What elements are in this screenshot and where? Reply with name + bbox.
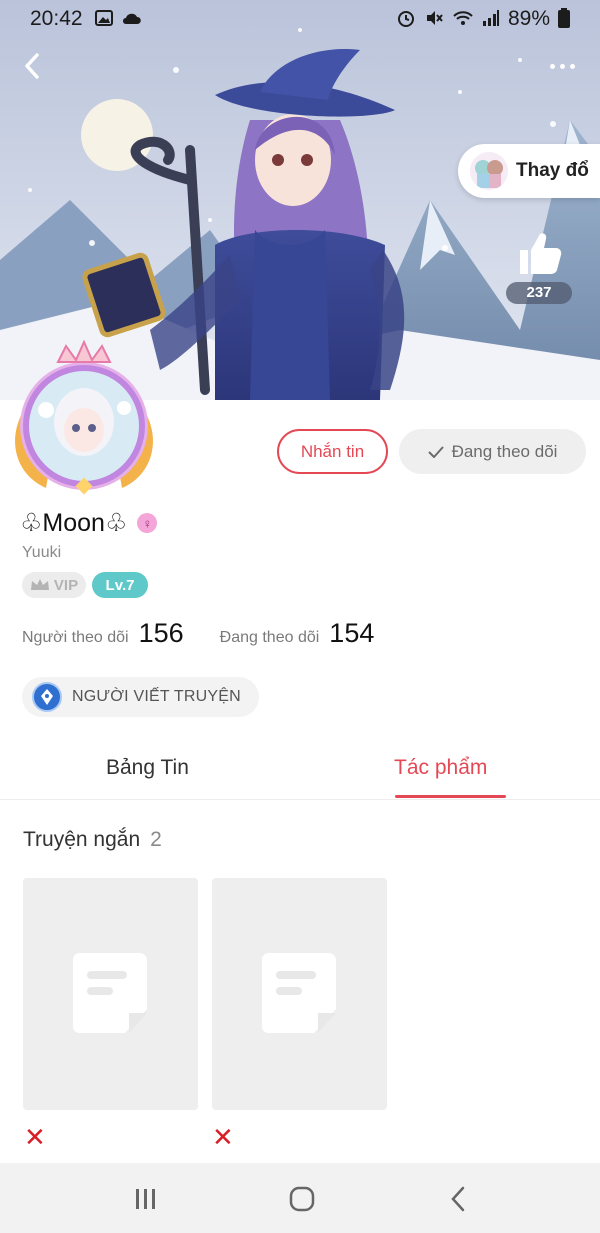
alarm-icon (396, 8, 416, 31)
profile-handle: Yuuki (22, 544, 62, 561)
section-count: 2 (150, 828, 162, 851)
home-icon (289, 1186, 315, 1212)
recent-apps-icon (136, 1189, 155, 1209)
profile-name: ♧Moon♧ (20, 509, 128, 537)
section-title: Truyện ngắn (23, 828, 141, 851)
vip-label: VIP (53, 576, 79, 594)
more-dot-icon (549, 63, 555, 69)
outfit-preview-avatar (470, 152, 508, 190)
story-card[interactable] (212, 878, 387, 1110)
recent-apps-button[interactable] (126, 1183, 166, 1215)
profile-avatar[interactable] (6, 339, 162, 496)
check-icon (427, 445, 444, 458)
back-button[interactable] (14, 48, 50, 84)
vip-badge[interactable]: VIP (22, 572, 86, 598)
status-bar: 20:42 89% (0, 0, 600, 38)
pen-nib-icon (32, 682, 62, 712)
change-outfit-button[interactable]: Thay đổ (458, 144, 600, 198)
system-back-icon (451, 1186, 465, 1212)
crown-icon (30, 579, 49, 590)
status-time: 20:42 (30, 7, 83, 30)
followers-count[interactable]: 156 (139, 618, 184, 649)
more-options-button[interactable] (542, 52, 582, 80)
level-badge[interactable]: Lv.7 (92, 572, 148, 598)
short-stories-heading: Truyện ngắn 2 (23, 828, 162, 852)
more-dot-icon (569, 63, 575, 69)
mute-icon (424, 8, 444, 31)
writer-badge[interactable]: NGƯỜI VIẾT TRUYỆN (22, 677, 259, 717)
signal-icon (482, 9, 500, 30)
document-placeholder-icon (72, 953, 147, 1033)
image-icon (94, 9, 113, 29)
delete-story-icon[interactable]: ✕ (24, 1124, 46, 1150)
home-button[interactable] (282, 1183, 322, 1215)
active-tab-indicator (395, 795, 506, 798)
delete-story-icon[interactable]: ✕ (212, 1124, 234, 1150)
profile-tabs: Bảng Tin Tác phẩm (0, 740, 600, 800)
profile-name-row: ♧Moon♧ ♀ (20, 508, 158, 538)
message-button[interactable]: Nhắn tin (277, 429, 388, 474)
following-label[interactable]: Đang theo dõi (220, 629, 320, 647)
system-navigation-bar (0, 1163, 600, 1233)
back-arrow-icon (25, 53, 39, 79)
like-widget[interactable]: 237 (506, 228, 572, 304)
followers-label[interactable]: Người theo dõi (22, 629, 129, 647)
following-count[interactable]: 154 (329, 618, 374, 649)
writer-badge-label: NGƯỜI VIẾT TRUYỆN (72, 688, 241, 705)
following-button[interactable]: Đang theo dõi (399, 429, 586, 474)
wifi-icon (452, 9, 474, 30)
tab-feed[interactable]: Bảng Tin (106, 756, 189, 780)
like-count: 237 (506, 282, 572, 304)
more-dot-icon (559, 63, 565, 69)
document-placeholder-icon (261, 953, 336, 1033)
battery-icon (558, 7, 570, 31)
cloud-sync-icon (121, 10, 143, 29)
thumbs-up-icon (520, 233, 562, 274)
tab-works[interactable]: Tác phẩm (394, 756, 487, 780)
follow-stats: Người theo dõi 156 Đang theo dõi 154 (22, 618, 374, 649)
story-card[interactable] (23, 878, 198, 1110)
female-gender-icon: ♀ (137, 513, 158, 533)
system-back-button[interactable] (438, 1183, 478, 1215)
following-button-label: Đang theo dõi (451, 441, 558, 461)
battery-percent: 89% (507, 7, 550, 30)
change-outfit-label: Thay đổ (516, 160, 589, 181)
